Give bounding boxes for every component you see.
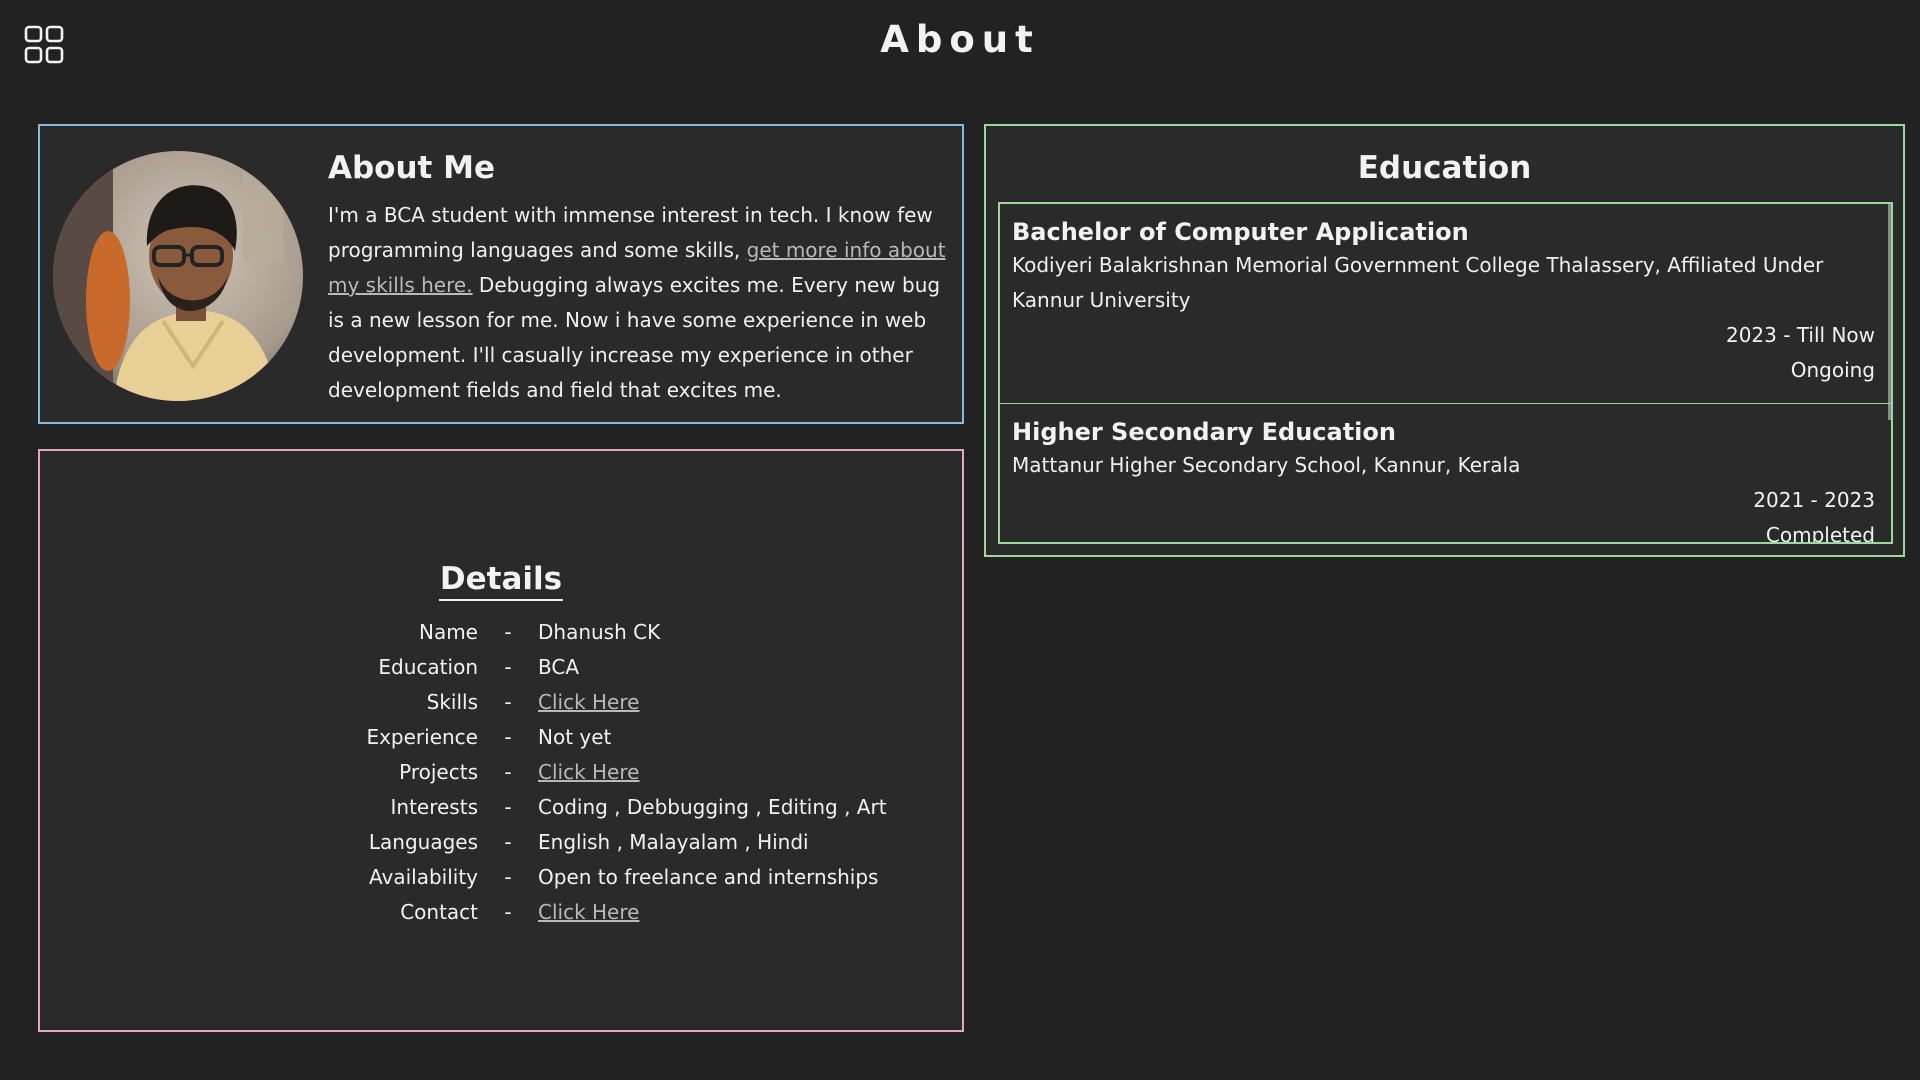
detail-value-languages: English , Malayalam , Hindi <box>538 829 809 854</box>
detail-row-languages: Languages - English , Malayalam , Hindi <box>40 824 962 859</box>
education-status: Ongoing <box>1790 358 1875 382</box>
detail-row-name: Name - Dhanush CK <box>40 614 962 649</box>
page: About About Me I'm a BCA student with im… <box>0 0 1920 1080</box>
details-table: Name - Dhanush CK Education - BCA Skills… <box>40 614 962 929</box>
detail-label: Interests <box>390 794 479 819</box>
detail-separator: - <box>504 619 512 644</box>
detail-label: Contact <box>400 899 478 924</box>
detail-row-education: Education - BCA <box>40 649 962 684</box>
skills-link[interactable]: Click Here <box>538 690 962 714</box>
detail-row-availability: Availability - Open to freelance and int… <box>40 859 962 894</box>
detail-row-experience: Experience - Not yet <box>40 719 962 754</box>
detail-label: Experience <box>366 724 478 749</box>
detail-row-projects: Projects - Click Here <box>40 754 962 789</box>
details-title: Details <box>438 559 564 601</box>
about-me-card: About Me I'm a BCA student with immense … <box>38 124 964 424</box>
detail-label: Projects <box>399 759 478 784</box>
details-title-wrap: Details <box>40 559 962 601</box>
projects-link[interactable]: Click Here <box>538 760 962 784</box>
education-title: Education <box>1357 150 1532 186</box>
detail-value-interests: Coding , Debbugging , Editing , Art <box>538 794 887 819</box>
detail-separator: - <box>504 759 512 784</box>
detail-label: Availability <box>368 864 478 889</box>
about-me-description: I'm a BCA student with immense interest … <box>328 198 950 408</box>
detail-label: Languages <box>368 829 478 854</box>
detail-row-contact: Contact - Click Here <box>40 894 962 929</box>
detail-separator: - <box>504 794 512 819</box>
contact-link[interactable]: Click Here <box>538 900 962 924</box>
education-item: Higher Secondary Education Mattanur High… <box>1000 404 1891 544</box>
detail-value-education: BCA <box>538 654 580 679</box>
education-school: Kodiyeri Balakrishnan Memorial Governmen… <box>1012 253 1824 312</box>
education-years: 2023 - Till Now <box>1725 323 1875 347</box>
details-card: Details Name - Dhanush CK Education - BC… <box>38 449 964 1032</box>
about-me-content: About Me I'm a BCA student with immense … <box>328 148 950 408</box>
education-degree: Bachelor of Computer Application <box>1012 218 1469 246</box>
education-list[interactable]: Bachelor of Computer Application Kodiyer… <box>998 202 1893 544</box>
detail-row-skills: Skills - Click Here <box>40 684 962 719</box>
detail-separator: - <box>504 899 512 924</box>
detail-value-experience: Not yet <box>538 724 612 749</box>
education-status: Completed <box>1765 523 1875 544</box>
detail-value-name: Dhanush CK <box>538 619 661 644</box>
detail-separator: - <box>504 654 512 679</box>
detail-label: Name <box>418 619 478 644</box>
profile-photo <box>53 151 303 401</box>
detail-separator: - <box>504 724 512 749</box>
detail-label: Education <box>378 654 478 679</box>
education-card: Education Bachelor of Computer Applicati… <box>984 124 1905 557</box>
detail-separator: - <box>504 829 512 854</box>
detail-separator: - <box>504 689 512 714</box>
detail-separator: - <box>504 864 512 889</box>
about-me-title: About Me <box>328 150 496 186</box>
detail-row-interests: Interests - Coding , Debbugging , Editin… <box>40 789 962 824</box>
education-school: Mattanur Higher Secondary School, Kannur… <box>1012 453 1521 477</box>
education-degree: Higher Secondary Education <box>1012 418 1396 446</box>
education-item: Bachelor of Computer Application Kodiyer… <box>1000 204 1891 404</box>
detail-label: Skills <box>426 689 478 714</box>
detail-value-availability: Open to freelance and internships <box>538 864 879 889</box>
avatar <box>53 151 303 401</box>
education-years: 2021 - 2023 <box>1753 488 1875 512</box>
page-title: About <box>880 18 1040 61</box>
